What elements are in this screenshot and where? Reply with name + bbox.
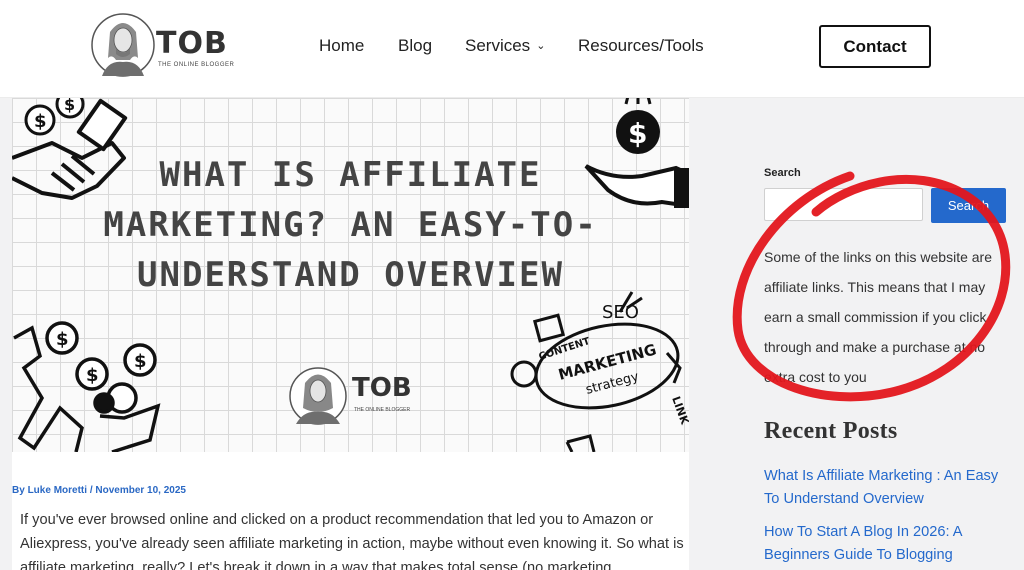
search-input[interactable] (764, 188, 923, 221)
svg-text:$: $ (34, 111, 47, 132)
logo-subtitle: THE ONLINE BLOGGER (158, 62, 235, 68)
post-intro: If you've ever browsed online and clicke… (20, 512, 684, 570)
list-item: What Is Affiliate Marketing : An Easy To… (764, 465, 1014, 511)
nav-home[interactable]: Home (319, 36, 364, 56)
post-byline: By Luke Moretti / November 10, 2025 (12, 485, 186, 496)
hero-title: WHAT IS AFFILIATE MARKETING? AN EASY-TO-… (103, 155, 598, 295)
nav-services[interactable]: Services ⌄ (465, 36, 545, 56)
search-label: Search (764, 167, 801, 179)
nav-services-label: Services (465, 36, 531, 55)
search-button[interactable]: Search (931, 188, 1006, 223)
chevron-down-icon: ⌄ (536, 40, 546, 52)
list-item: How To Start A Blog In 2026: A Beginners… (764, 521, 1014, 567)
recent-posts-list: What Is Affiliate Marketing : An Easy To… (764, 465, 1014, 570)
svg-text:$: $ (628, 117, 647, 150)
svg-text:$: $ (86, 365, 99, 386)
featured-image: $ $ $ $ $ $ CONTENT SEO MARKETING strate… (12, 98, 689, 452)
hand-dollar-icon: $ (584, 98, 689, 209)
svg-text:$: $ (134, 351, 147, 372)
contact-button[interactable]: Contact (819, 25, 931, 68)
byline-prefix: By (12, 485, 25, 496)
recent-posts-title: Recent Posts (764, 418, 898, 444)
doodle-seo: SEO (602, 302, 639, 323)
recent-post-link[interactable]: How To Start A Blog In 2026: A Beginners… (764, 524, 962, 563)
doodle-link: LINK (669, 395, 689, 427)
people-coins-icon (13, 321, 161, 452)
hero-logo-subtitle: THE ONLINE BLOGGER (354, 407, 411, 413)
post-date-link[interactable]: November 10, 2025 (95, 485, 186, 496)
recent-post-link[interactable]: What Is Affiliate Marketing : An Easy To… (764, 468, 998, 507)
nav-blog[interactable]: Blog (398, 36, 432, 56)
affiliate-disclosure: Some of the links on this website are af… (764, 249, 993, 385)
svg-text:$: $ (56, 329, 69, 350)
hero-portrait-icon (289, 367, 347, 425)
author-link[interactable]: Luke Moretti (28, 485, 87, 496)
hero-logo-text: TOB (352, 373, 412, 403)
site-header: TOB THE ONLINE BLOGGER Home Blog Service… (0, 0, 1024, 98)
byline-separator: / (89, 485, 93, 496)
nav-resources-tools[interactable]: Resources/Tools (578, 36, 704, 56)
sidebar: Search Search Some of the links on this … (764, 98, 1024, 570)
svg-text:$: $ (64, 98, 75, 114)
article: $ $ $ $ $ $ CONTENT SEO MARKETING strate… (12, 98, 689, 570)
